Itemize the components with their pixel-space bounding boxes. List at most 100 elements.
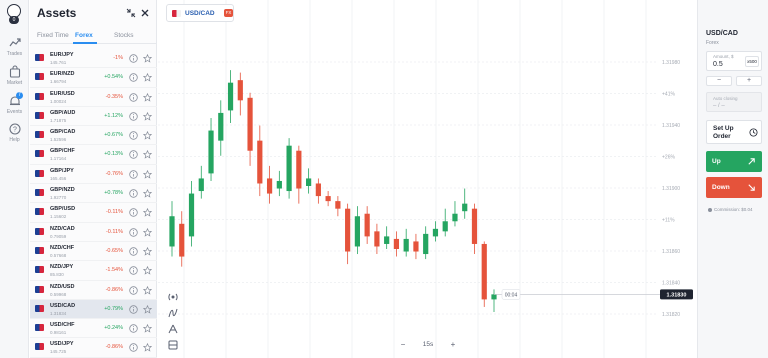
nav-item-help[interactable]: ? Help — [0, 122, 29, 143]
candle-body — [218, 112, 224, 141]
amount-decrease-button[interactable]: − — [706, 76, 732, 86]
timeframe-decrease-button[interactable]: − — [396, 339, 410, 351]
star-icon[interactable] — [143, 73, 152, 82]
asset-row[interactable]: NZD/CHF 0.57668 -0.65% — [30, 242, 157, 262]
star-icon[interactable] — [143, 150, 152, 160]
asset-price: 1.71875 — [50, 117, 67, 123]
asset-change: +0.78% — [104, 190, 123, 197]
candle-body — [393, 238, 400, 249]
asset-row[interactable]: GBP/AUD 1.71875 +1.12% — [30, 107, 157, 127]
tab-fixed-time[interactable]: Fixed Time — [37, 32, 69, 39]
amount-field[interactable]: Amount, $ 0.5 x500 — [706, 51, 762, 71]
flag-icon — [35, 131, 44, 139]
star-icon[interactable] — [143, 227, 152, 237]
asset-price: 1.17164 — [50, 156, 67, 162]
amount-label: Amount, $ — [713, 54, 734, 59]
flag-icon — [35, 150, 44, 158]
candle-body — [286, 145, 292, 192]
star-icon[interactable] — [143, 343, 152, 353]
nav-item-trades[interactable]: Trades — [0, 36, 29, 57]
candle-body — [491, 294, 497, 300]
y-tick-label: 1.31940 — [662, 123, 680, 129]
info-icon[interactable] — [129, 266, 138, 275]
asset-price: 1.31834 — [50, 310, 67, 316]
tab-stocks[interactable]: Stocks — [114, 32, 134, 39]
info-icon[interactable] — [129, 343, 138, 353]
events-count-badge: 7 — [16, 92, 23, 99]
candle-body — [227, 82, 234, 111]
asset-row[interactable]: NZD/USD 0.59968 -0.86% — [30, 281, 157, 300]
info-icon[interactable] — [129, 73, 138, 82]
amount-increase-button[interactable]: + — [736, 76, 762, 86]
amount-value[interactable]: 0.5 — [713, 61, 723, 68]
asset-row[interactable]: EUR/USD 1.00024 -0.35% — [30, 88, 157, 107]
asset-row[interactable]: USD/CAD 1.31834 +0.79% — [30, 299, 157, 320]
asset-row[interactable]: USD/JPY 145.725 -0.86% — [30, 338, 157, 358]
tab-forex[interactable]: Forex — [75, 32, 93, 39]
flag-icon — [35, 227, 44, 235]
asset-row[interactable]: NZD/CAD 0.79059 -0.11% — [30, 223, 157, 242]
nav-item-events[interactable]: 7 Events — [0, 92, 29, 115]
layout-icon[interactable] — [166, 339, 180, 351]
asset-change: -0.65% — [105, 247, 123, 254]
info-icon[interactable] — [129, 150, 138, 160]
auto-closing-field[interactable]: Auto closing – / – — [706, 92, 762, 112]
timeframe-value[interactable]: 15s — [416, 339, 440, 351]
info-icon[interactable] — [129, 208, 138, 218]
asset-row[interactable]: USD/CHF 0.98161 +0.24% — [30, 319, 157, 339]
asset-row[interactable]: GBP/CAD 1.52596 +0.67% — [30, 126, 157, 146]
star-icon[interactable] — [143, 266, 152, 275]
price-chart[interactable]: 1.31980 +41% 1.31940 +26% 1.31900 +11% 1.31860… — [158, 0, 697, 358]
close-icon[interactable] — [140, 8, 150, 18]
info-icon[interactable] — [129, 92, 138, 102]
asset-row[interactable]: EUR/JPY 145.761 -1% — [30, 49, 157, 69]
asset-row[interactable]: GBP/CHF 1.17164 +0.13% — [30, 145, 157, 165]
info-icon[interactable] — [129, 54, 138, 63]
asset-row[interactable]: GBP/NZD 1.92770 +0.78% — [30, 184, 157, 204]
nav-item-market[interactable]: Market — [0, 65, 29, 86]
flag-icon — [35, 304, 44, 312]
info-icon[interactable] — [129, 227, 138, 237]
flag-icon — [35, 189, 44, 197]
info-icon[interactable] — [129, 247, 138, 256]
star-icon[interactable] — [143, 92, 152, 102]
asset-pair: EUR/USD — [50, 90, 75, 97]
collapse-icon[interactable] — [126, 8, 136, 18]
info-icon[interactable] — [129, 305, 138, 314]
asset-change: -0.11% — [105, 228, 123, 235]
info-icon[interactable] — [129, 170, 138, 179]
star-icon[interactable] — [143, 54, 152, 63]
candle-body — [247, 97, 253, 151]
info-icon[interactable] — [129, 324, 138, 333]
down-button[interactable]: Down — [706, 177, 762, 198]
star-icon[interactable] — [143, 169, 152, 179]
star-icon[interactable] — [143, 324, 152, 333]
star-icon[interactable] — [143, 131, 152, 140]
info-icon[interactable] — [129, 285, 138, 295]
info-icon[interactable] — [129, 131, 138, 140]
candle-body — [237, 80, 243, 101]
set-up-order-button[interactable]: Set Up Order — [706, 120, 762, 144]
star-icon[interactable] — [143, 189, 152, 198]
star-icon[interactable] — [143, 208, 152, 218]
info-icon[interactable] — [129, 112, 138, 121]
usd-flag-icon — [172, 10, 181, 17]
info-icon[interactable] — [129, 189, 138, 198]
indicators-icon[interactable] — [166, 307, 180, 319]
avatar-balance-badge: 0 — [9, 16, 19, 24]
signal-icon[interactable] — [166, 291, 180, 303]
star-icon[interactable] — [143, 304, 152, 314]
star-icon[interactable] — [143, 285, 152, 295]
star-icon[interactable] — [143, 246, 152, 256]
active-pair-tab[interactable]: USD/CAD FX — [166, 4, 234, 22]
multiplier-button[interactable]: x500 — [745, 56, 759, 67]
timeframe-increase-button[interactable]: + — [446, 339, 460, 351]
asset-row[interactable]: EUR/NZD 1.66794 +0.54% — [30, 68, 157, 88]
asset-row[interactable]: NZD/JPY 85.830 -1.54% — [30, 261, 157, 281]
asset-row[interactable]: GBP/JPY 165.456 -0.76% — [30, 165, 157, 185]
drawing-icon[interactable] — [166, 323, 180, 335]
asset-row[interactable]: GBP/USD 1.15602 -0.11% — [30, 203, 157, 223]
star-icon[interactable] — [143, 111, 152, 121]
clock-icon — [749, 128, 758, 137]
up-button[interactable]: Up — [706, 151, 762, 172]
